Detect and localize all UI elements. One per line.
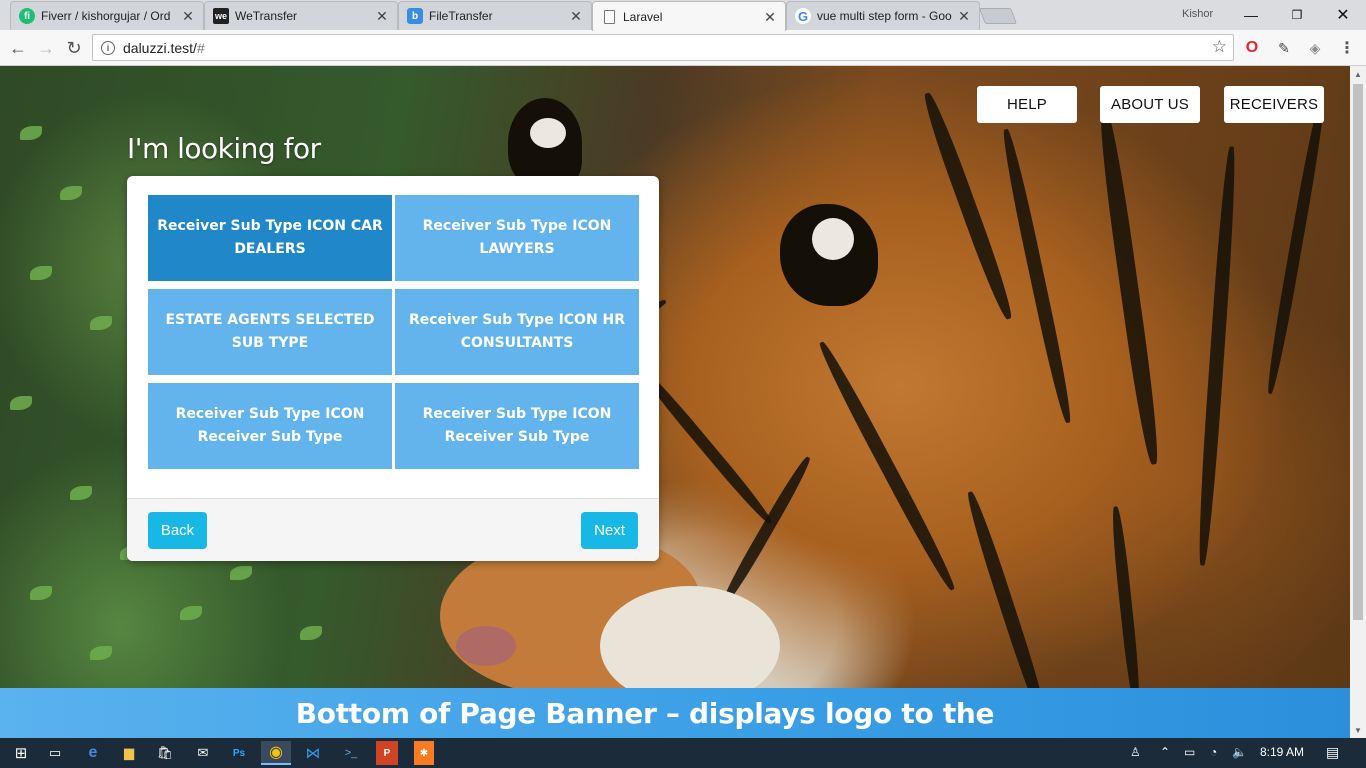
scroll-down-icon[interactable]: ▼ bbox=[1350, 722, 1366, 738]
store-icon[interactable]: 🛍 bbox=[150, 741, 180, 765]
page-viewport: HELP ABOUT US RECEIVERS I'm looking for … bbox=[0, 66, 1350, 738]
page-icon bbox=[604, 9, 615, 24]
info-icon[interactable]: i bbox=[101, 40, 115, 55]
task-view-icon[interactable]: ▭ bbox=[40, 741, 70, 765]
profile-name[interactable]: Kishor bbox=[1182, 8, 1213, 20]
battery-icon[interactable]: ▭ bbox=[1184, 745, 1195, 759]
url-host: daluzzi.test/ bbox=[123, 39, 197, 56]
url-hash: # bbox=[196, 39, 205, 56]
scrollbar-thumb[interactable] bbox=[1353, 84, 1363, 620]
edge-icon[interactable]: e bbox=[78, 741, 108, 765]
google-icon: G bbox=[795, 8, 811, 24]
chrome-icon[interactable]: ◉ bbox=[261, 741, 291, 765]
browser-tab-strip: fi Fiverr / kishorgujar / Ord ✕ we WeTra… bbox=[0, 0, 1366, 31]
tab-filetransfer[interactable]: b FileTransfer ✕ bbox=[398, 1, 592, 30]
mail-icon[interactable]: ✉ bbox=[188, 741, 218, 765]
option-estate-agents[interactable]: ESTATE AGENTS SELECTED SUB TYPE bbox=[148, 289, 392, 375]
bookmark-star-icon[interactable]: ☆ bbox=[1212, 37, 1227, 57]
people-icon[interactable]: ♙ bbox=[1130, 745, 1141, 759]
option-hr-consultants[interactable]: Receiver Sub Type ICON HR CONSULTANTS bbox=[395, 289, 639, 375]
tab-label: Laravel bbox=[623, 9, 663, 24]
file-explorer-icon[interactable]: ▆ bbox=[114, 741, 144, 765]
nav-about-us[interactable]: ABOUT US bbox=[1100, 86, 1200, 123]
action-center-icon[interactable]: ▤ bbox=[1326, 744, 1339, 761]
option-car-dealers[interactable]: Receiver Sub Type ICON CAR DEALERS bbox=[148, 195, 392, 281]
nav-receivers[interactable]: RECEIVERS bbox=[1224, 86, 1324, 123]
tab-wetransfer[interactable]: we WeTransfer ✕ bbox=[204, 1, 398, 30]
powerpoint-icon[interactable]: P bbox=[376, 741, 398, 765]
powershell-icon[interactable]: >_ bbox=[336, 741, 366, 765]
scroll-up-icon[interactable]: ▲ bbox=[1350, 66, 1366, 82]
volume-icon[interactable]: 🔈 bbox=[1232, 745, 1247, 759]
reload-icon[interactable]: ↻ bbox=[62, 36, 86, 60]
step-form-card: Receiver Sub Type ICON CAR DEALERS Recei… bbox=[127, 176, 659, 561]
windows-start-icon[interactable]: ⊞ bbox=[6, 741, 36, 765]
close-icon[interactable]: ✕ bbox=[763, 10, 777, 24]
option-receiver-sub-type-5[interactable]: Receiver Sub Type ICON Receiver Sub Type bbox=[148, 383, 392, 469]
xampp-icon[interactable]: ✱ bbox=[414, 741, 434, 765]
close-icon[interactable]: ✕ bbox=[181, 9, 195, 23]
forward-arrow-icon[interactable]: → bbox=[34, 36, 58, 60]
tab-google-search[interactable]: G vue multi step form - Goo ✕ bbox=[786, 1, 980, 30]
bottom-banner: Bottom of Page Banner – displays logo to… bbox=[0, 688, 1350, 738]
extension-icon[interactable]: ◈ bbox=[1306, 39, 1324, 57]
filetransfer-icon: b bbox=[407, 8, 423, 24]
page-scrollbar[interactable]: ▲ ▼ bbox=[1350, 66, 1366, 738]
address-bar[interactable]: i daluzzi.test/# ☆ bbox=[92, 34, 1234, 61]
nav-help[interactable]: HELP bbox=[977, 86, 1077, 123]
windows-taskbar: ⊞ ▭ e ▆ 🛍 ✉ Ps ◉ ⋈ >_ P ✱ ♙ ⌃ ▭ ◔ 🔈 8:19… bbox=[0, 738, 1366, 768]
tab-label: FileTransfer bbox=[429, 9, 493, 23]
new-tab-button[interactable] bbox=[979, 8, 1017, 24]
show-hidden-icons-chevron-icon[interactable]: ⌃ bbox=[1160, 745, 1170, 759]
form-footer: Back Next bbox=[127, 498, 659, 561]
opera-extension-icon[interactable]: O bbox=[1243, 39, 1261, 57]
banner-text: Bottom of Page Banner – displays logo to… bbox=[295, 696, 995, 730]
option-receiver-sub-type-6[interactable]: Receiver Sub Type ICON Receiver Sub Type bbox=[395, 383, 639, 469]
back-button[interactable]: Back bbox=[148, 512, 207, 549]
photoshop-icon[interactable]: Ps bbox=[224, 741, 254, 765]
option-lawyers[interactable]: Receiver Sub Type ICON LAWYERS bbox=[395, 195, 639, 281]
menu-icon[interactable]: ⋮ bbox=[1338, 39, 1356, 57]
tab-label: vue multi step form - Goo bbox=[817, 9, 952, 23]
next-button[interactable]: Next bbox=[581, 512, 638, 549]
url-text: daluzzi.test/# bbox=[123, 40, 205, 56]
minimize-icon[interactable]: — bbox=[1228, 0, 1274, 30]
page-title: I'm looking for bbox=[127, 132, 321, 165]
fiverr-icon: fi bbox=[19, 8, 35, 24]
wetransfer-icon: we bbox=[213, 8, 229, 24]
close-icon[interactable]: ✕ bbox=[957, 9, 971, 23]
tab-label: Fiverr / kishorgujar / Ord bbox=[41, 9, 171, 23]
clock[interactable]: 8:19 AM bbox=[1260, 745, 1304, 759]
tab-label: WeTransfer bbox=[235, 9, 298, 23]
close-icon[interactable]: ✕ bbox=[375, 9, 389, 23]
back-arrow-icon[interactable]: ← bbox=[6, 36, 30, 60]
close-icon[interactable]: ✕ bbox=[569, 9, 583, 23]
restore-icon[interactable]: ❐ bbox=[1274, 0, 1320, 30]
tab-fiverr[interactable]: fi Fiverr / kishorgujar / Ord ✕ bbox=[10, 1, 204, 30]
wifi-icon[interactable]: ◔ bbox=[1210, 745, 1217, 759]
tab-laravel[interactable]: Laravel ✕ bbox=[592, 1, 786, 31]
eyedropper-extension-icon[interactable]: ✎ bbox=[1275, 39, 1293, 57]
close-window-icon[interactable]: ✕ bbox=[1320, 0, 1366, 30]
browser-toolbar: ← → ↻ i daluzzi.test/# ☆ O ✎ ◈ ⋮ bbox=[0, 30, 1366, 66]
receiver-sub-type-grid: Receiver Sub Type ICON CAR DEALERS Recei… bbox=[148, 195, 639, 469]
vscode-icon[interactable]: ⋈ bbox=[298, 741, 328, 765]
